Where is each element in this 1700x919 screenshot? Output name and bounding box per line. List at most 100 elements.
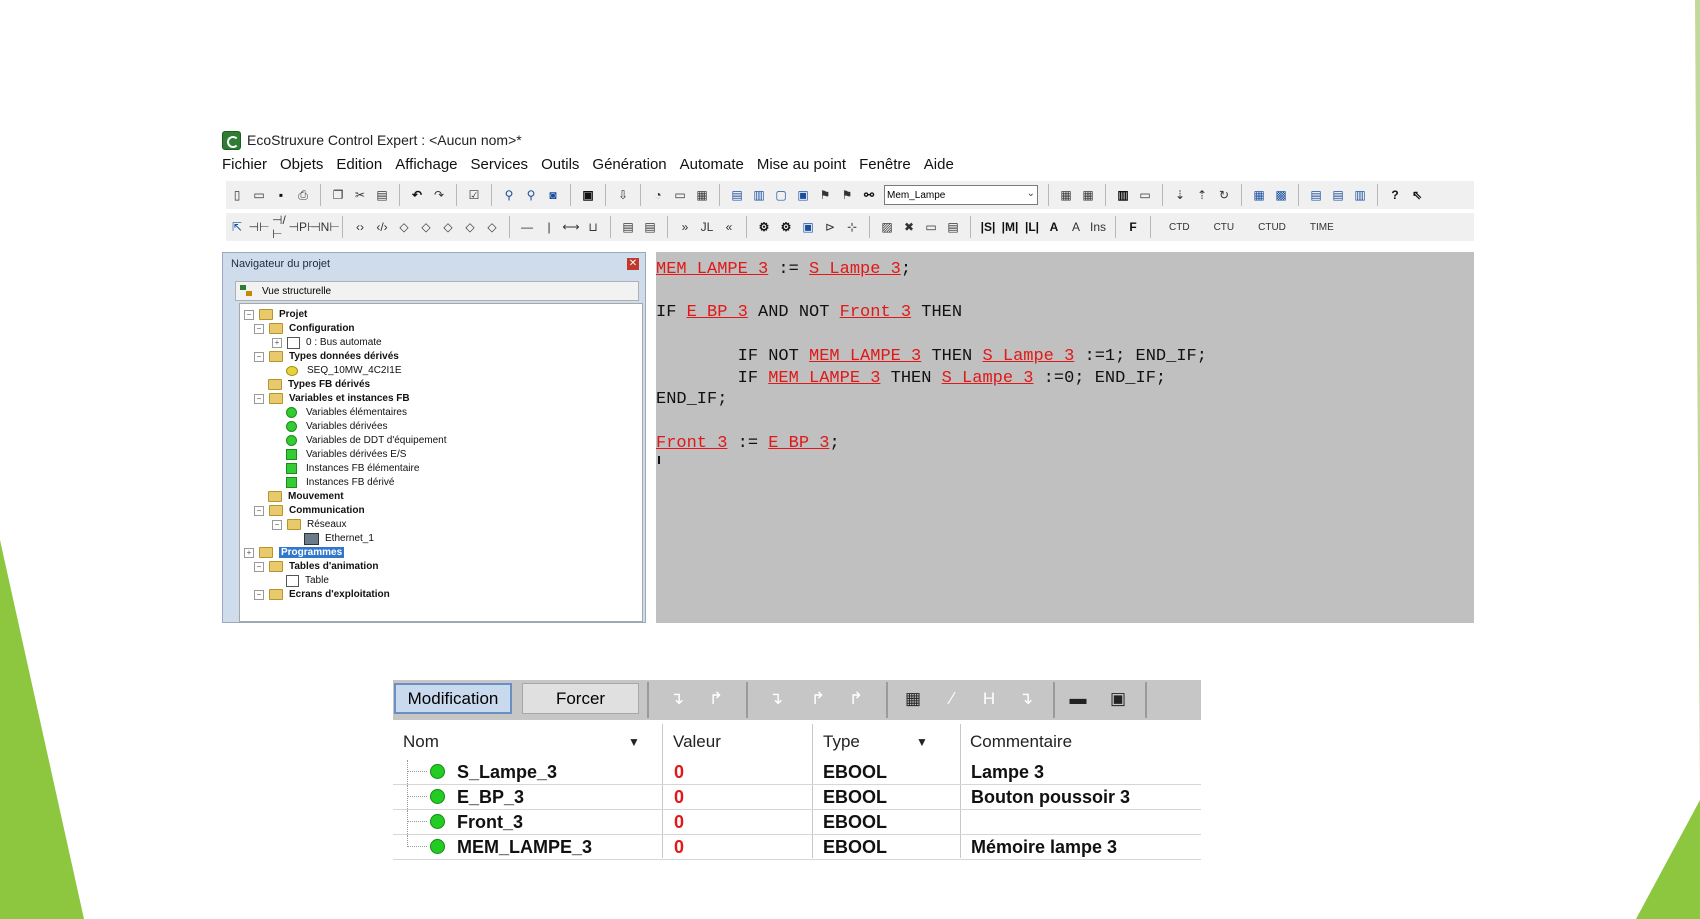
build-all-icon[interactable]: ▭ [671, 186, 689, 204]
save-icon[interactable]: ▪ [272, 186, 290, 204]
cut-icon[interactable]: ✂ [351, 186, 369, 204]
plc-icon[interactable]: ▥ [1114, 186, 1132, 204]
menu-objets[interactable]: Objets [280, 156, 323, 178]
tree-item-table[interactable]: Table [286, 573, 329, 588]
collapse-icon[interactable]: − [254, 505, 264, 516]
open-folder-icon[interactable]: ▭ [250, 186, 268, 204]
tree-item-instances-fb-elem[interactable]: Instances FB élémentaire [286, 461, 419, 476]
force-set-icon[interactable]: ↴ [765, 689, 787, 709]
print-icon[interactable]: ⎙ [294, 186, 312, 204]
coil-reset-icon[interactable]: ◇ [417, 218, 435, 236]
monitor-icon[interactable]: ▭ [1136, 186, 1154, 204]
bookmark-icon[interactable]: ⚑ [816, 186, 834, 204]
font-increase-icon[interactable]: A [1045, 218, 1063, 236]
font-decrease-icon[interactable]: A [1067, 218, 1085, 236]
cell-valeur[interactable]: 0 [674, 787, 684, 808]
tree-item-communication[interactable]: − Communication [254, 503, 365, 518]
code-line[interactable]: END_IF; [656, 390, 727, 412]
horizontal-link-icon[interactable]: — [518, 218, 536, 236]
tree-item-tables-animation[interactable]: − Tables d'animation [254, 559, 378, 574]
set-icon[interactable]: ↴ [666, 689, 688, 709]
tree-item-variables-elementaires[interactable]: Variables élémentaires [286, 405, 407, 420]
context-help-icon[interactable]: ⇖ [1408, 186, 1426, 204]
fb-assistant-icon[interactable]: ⚙ [777, 218, 795, 236]
menu-fenetre[interactable]: Fenêtre [859, 156, 911, 178]
ctu-block-button[interactable]: CTU [1214, 222, 1235, 233]
pencil-icon[interactable]: ∕ [941, 689, 963, 709]
force-reset-icon[interactable]: ↱ [807, 689, 829, 709]
tree-item-types-donnees[interactable]: − Types données dérivés [254, 349, 399, 364]
stop-icon[interactable]: ▣ [579, 186, 597, 204]
menu-services[interactable]: Services [471, 156, 529, 178]
column-header-type[interactable]: Type [823, 732, 860, 752]
collapse-icon[interactable]: − [244, 309, 254, 320]
chevron-down-icon[interactable]: ▼ [628, 735, 640, 749]
search-combobox[interactable]: Mem_Lampe ⌄ [884, 185, 1038, 205]
vertical-link-icon[interactable]: | [540, 218, 558, 236]
table-row[interactable]: Front_3 0 EBOOL [393, 810, 1201, 835]
cell-valeur[interactable]: 0 [674, 837, 684, 858]
step-mode-icon[interactable]: |S| [979, 218, 997, 236]
menu-fichier[interactable]: Fichier [222, 156, 267, 178]
screen-icon[interactable]: ▣ [794, 186, 812, 204]
replace-icon[interactable]: ⚲ [522, 186, 540, 204]
insert-mode-label[interactable]: Ins [1089, 218, 1107, 236]
tree-item-variables-derivees[interactable]: Variables dérivées [286, 419, 388, 434]
tree-item-programmes[interactable]: + Programmes [244, 545, 345, 560]
column-header-valeur[interactable]: Valeur [673, 732, 721, 752]
chevron-down-icon[interactable]: ⌄ [1027, 188, 1035, 199]
tree-item-ethernet[interactable]: Ethernet_1 [304, 531, 374, 546]
format-icon[interactable]: ▬ [1067, 689, 1089, 709]
help-icon[interactable]: ? [1386, 186, 1404, 204]
st-code-editor[interactable]: MEM_LAMPE_3 := S_Lampe_3; IF E_BP_3 AND N… [656, 252, 1474, 623]
table-row[interactable]: E_BP_3 0 EBOOL Bouton poussoir 3 [393, 785, 1201, 810]
upload-icon[interactable]: ⇡ [1193, 186, 1211, 204]
tree-item-variables-ddt[interactable]: Variables de DDT d'équipement [286, 433, 447, 448]
properties-icon[interactable]: ▣ [1107, 689, 1129, 709]
download-icon[interactable]: ⇣ [1171, 186, 1189, 204]
animation-table-icon[interactable]: ▩ [1272, 186, 1290, 204]
pin-icon[interactable]: ⊳ [821, 218, 839, 236]
window-icon[interactable]: ▤ [728, 186, 746, 204]
menu-outils[interactable]: Outils [541, 156, 579, 178]
table-icon[interactable]: ▤ [944, 218, 962, 236]
ctud-block-button[interactable]: CTUD [1258, 222, 1286, 233]
tree-item-reseaux[interactable]: − Réseaux [272, 517, 346, 532]
forcer-button[interactable]: Forcer [522, 683, 639, 714]
binoculars-icon[interactable]: ⚯ [860, 186, 878, 204]
expand-icon[interactable]: + [272, 337, 282, 348]
fb-instance-icon[interactable]: ⚙ [755, 218, 773, 236]
export-icon[interactable]: ⇩ [614, 186, 632, 204]
tile-horizontal-icon[interactable]: ▤ [1329, 186, 1347, 204]
step-icon[interactable]: ↴ [1015, 689, 1037, 709]
structural-view-tab[interactable]: Vue structurelle [235, 281, 639, 301]
cell-valeur[interactable]: 0 [674, 762, 684, 783]
link-icon[interactable]: ⟷ [562, 218, 580, 236]
ctd-block-button[interactable]: CTD [1169, 222, 1190, 233]
menu-mise-au-point[interactable]: Mise au point [757, 156, 846, 178]
tile-vertical-icon[interactable]: ▥ [1351, 186, 1369, 204]
chevron-down-icon[interactable]: ▼ [916, 735, 928, 749]
coil-nc-icon[interactable]: ‹/› [373, 218, 391, 236]
undo-icon[interactable]: ↶ [408, 186, 426, 204]
connect-icon[interactable]: ▦ [1057, 186, 1075, 204]
column-header-nom[interactable]: Nom [403, 732, 439, 752]
build-icon[interactable]: ◔ [649, 186, 667, 204]
menu-generation[interactable]: Génération [592, 156, 666, 178]
tree-item-instances-fb-derive[interactable]: Instances FB dérivé [286, 475, 394, 490]
collapse-icon[interactable]: − [254, 589, 264, 600]
close-icon[interactable]: ✕ [627, 258, 639, 270]
bracket-icon[interactable]: H [978, 689, 1000, 709]
expand-icon[interactable]: + [244, 547, 254, 558]
return-icon[interactable]: « [720, 218, 738, 236]
zoom-icon[interactable]: ◙ [544, 186, 562, 204]
collapse-icon[interactable]: − [254, 393, 264, 404]
check-icon[interactable]: ☑ [465, 186, 483, 204]
find-icon[interactable]: ⚲ [500, 186, 518, 204]
disconnect-icon[interactable]: ▦ [1079, 186, 1097, 204]
tree-item-variables-instances[interactable]: − Variables et instances FB [254, 391, 410, 406]
jump-icon[interactable]: » [676, 218, 694, 236]
variable-icon[interactable]: ▣ [799, 218, 817, 236]
delete-icon[interactable]: ✖ [900, 218, 918, 236]
code-line[interactable]: IF NOT MEM_LAMPE_3 THEN S_Lampe_3 :=1; E… [656, 347, 1207, 369]
